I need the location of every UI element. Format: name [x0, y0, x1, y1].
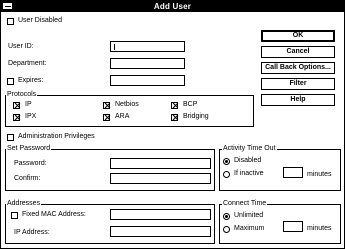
activity-minutes-label: minutes [307, 171, 332, 178]
ip-address-field[interactable] [110, 226, 211, 237]
ip-label: IP [25, 101, 32, 108]
inactive-minutes-field[interactable] [283, 167, 303, 178]
netbios-checkbox[interactable] [103, 102, 110, 109]
fixed-mac-label: Fixed MAC Address: [22, 211, 86, 218]
bridging-checkbox[interactable] [171, 114, 178, 121]
password-label: Password: [14, 160, 47, 167]
text-caret [114, 44, 115, 50]
admin-privileges-label: Administration Privileges [18, 133, 95, 140]
window-title: Add User [153, 2, 192, 11]
connect-unlimited-radio[interactable] [223, 213, 230, 220]
bcp-checkbox[interactable] [171, 102, 178, 109]
ara-label: ARA [115, 113, 130, 120]
ip-address-label: IP Address: [14, 229, 50, 236]
expires-field[interactable] [110, 75, 185, 86]
expires-label: Expires: [18, 77, 44, 84]
protocols-title: Protocols [6, 91, 38, 99]
connect-time-group [219, 204, 341, 244]
fixed-mac-checkbox[interactable] [11, 212, 18, 219]
cancel-button[interactable]: Cancel [261, 46, 335, 58]
password-field[interactable] [110, 158, 211, 169]
add-user-dialog: Add User User Disabled User ID: Departme… [0, 0, 345, 249]
ipx-label: IPX [25, 113, 37, 120]
connect-maximum-radio[interactable] [223, 226, 230, 233]
user-disabled-checkbox[interactable] [7, 18, 14, 25]
bcp-label: BCP [183, 101, 198, 108]
user-id-field[interactable] [110, 41, 185, 52]
call-back-options-button[interactable]: Call Back Options... [261, 62, 335, 74]
bridging-label: Bridging [183, 113, 209, 120]
set-password-group [5, 149, 215, 191]
maximum-minutes-field[interactable] [283, 221, 303, 232]
ara-checkbox[interactable] [103, 114, 110, 121]
activity-if-inactive-radio[interactable] [223, 171, 230, 178]
help-button[interactable]: Help [261, 94, 335, 106]
connect-maximum-label: Maximum [234, 225, 265, 232]
ip-checkbox[interactable] [13, 102, 20, 109]
title-bar: Add User [1, 1, 344, 12]
confirm-label: Confirm: [14, 175, 41, 182]
user-id-label: User ID: [8, 43, 34, 50]
ipx-checkbox[interactable] [13, 114, 20, 121]
admin-privileges-checkbox[interactable] [7, 134, 14, 141]
connect-time-title: Connect Time [222, 200, 268, 208]
activity-if-inactive-label: If inactive [234, 170, 264, 177]
expires-checkbox[interactable] [7, 78, 14, 85]
addresses-title: Addresses [6, 200, 42, 208]
activity-disabled-radio[interactable] [223, 158, 230, 165]
department-field[interactable] [110, 58, 185, 69]
ok-button[interactable]: OK [261, 30, 335, 42]
netbios-label: Netbios [115, 101, 139, 108]
activity-timeout-title: Activity Time Out [222, 145, 277, 153]
confirm-field[interactable] [110, 173, 211, 184]
user-disabled-label: User Disabled [18, 17, 62, 24]
activity-disabled-label: Disabled [234, 157, 262, 164]
set-password-title: Set Password [6, 145, 52, 153]
fixed-mac-field[interactable] [110, 209, 211, 220]
connect-unlimited-label: Unlimited [234, 212, 264, 219]
connect-minutes-label: minutes [307, 225, 332, 232]
filter-button[interactable]: Filter [261, 78, 335, 90]
department-label: Department: [8, 60, 47, 67]
protocols-group [5, 95, 254, 127]
